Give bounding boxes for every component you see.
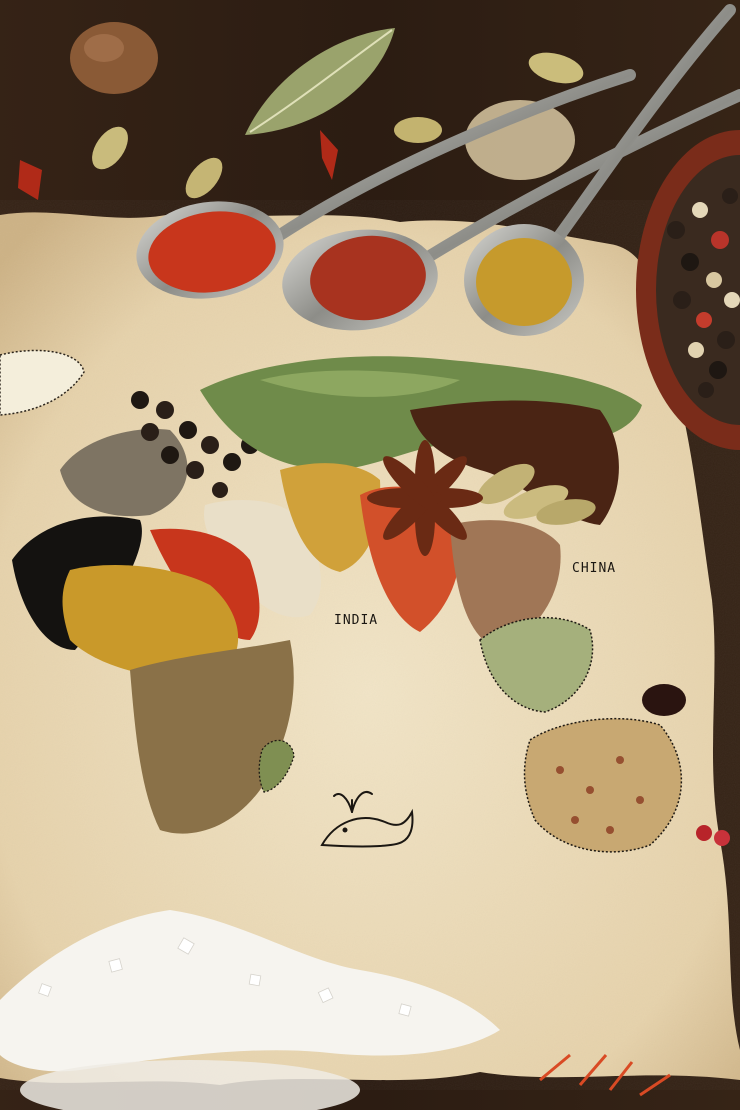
pink-peppercorn-2: [714, 830, 730, 846]
nutmeg-highlight: [84, 34, 124, 62]
australia-mixed-spices: [523, 717, 683, 853]
label-china: CHINA: [572, 561, 616, 576]
star-anise: [367, 440, 483, 556]
cardamom-pod-4: [394, 117, 442, 143]
spice-world-map-photo: INDIA CHINA: [0, 0, 740, 1110]
pink-peppercorn-1: [696, 825, 712, 841]
curry-powder-in-spoon: [476, 238, 572, 326]
dried-berries: [642, 684, 686, 716]
label-india: INDIA: [334, 613, 378, 628]
